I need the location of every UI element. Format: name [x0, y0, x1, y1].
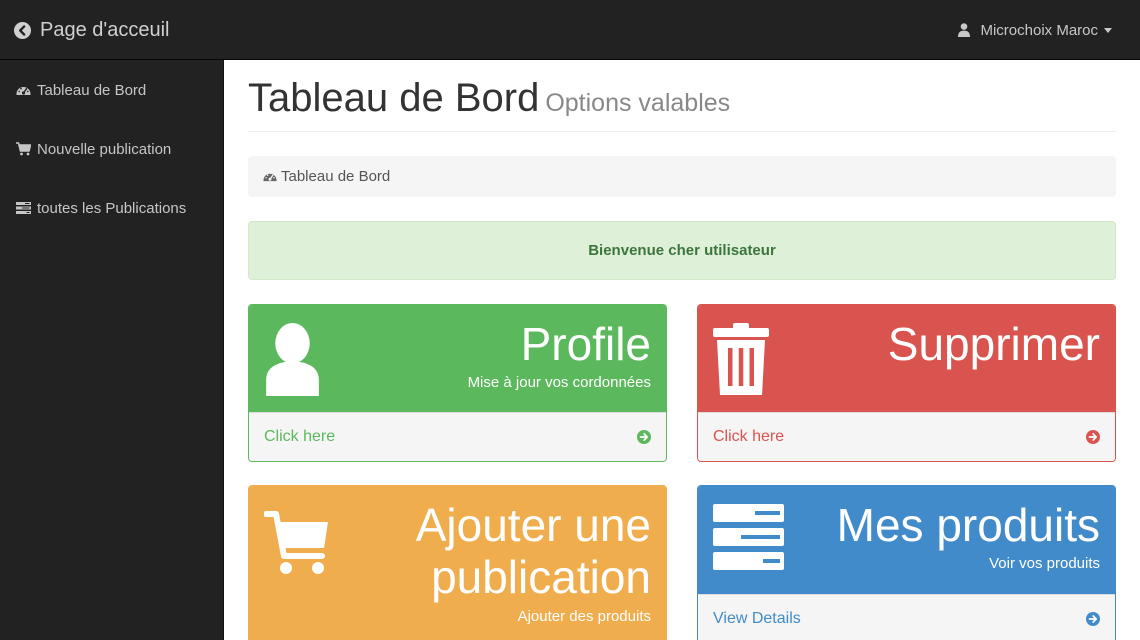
- welcome-alert: Bienvenue cher utilisateur: [248, 221, 1116, 280]
- products-panel-subtitle: Voir vos produits: [989, 555, 1100, 572]
- user-icon: [958, 23, 971, 37]
- sidebar: Tableau de Bord Nouvelle publication tou…: [0, 60, 224, 640]
- user-name: Microchoix Maroc: [980, 21, 1098, 39]
- breadcrumb-label: Tableau de Bord: [281, 168, 391, 185]
- sidebar-item-dashboard[interactable]: Tableau de Bord: [16, 79, 146, 101]
- add-publication-panel-title: Ajouter une publication: [415, 499, 651, 603]
- tasks-icon: [713, 504, 784, 570]
- delete-panel-heading: Supprimer: [698, 305, 1115, 413]
- caret-down-icon: [1104, 27, 1112, 33]
- page-title: Tableau de Bord Options valables: [248, 76, 730, 121]
- arrow-circle-right-icon: [1086, 430, 1100, 444]
- sidebar-item-all-publications[interactable]: toutes les Publications: [16, 197, 186, 219]
- page-subtitle: Options valables: [545, 89, 731, 117]
- page-header: Tableau de Bord Options valables: [248, 72, 1116, 132]
- sidebar-item-new-publication[interactable]: Nouvelle publication: [16, 138, 171, 160]
- profile-panel: Profile Mise à jour vos cordonnées Click…: [248, 304, 667, 462]
- breadcrumb: Tableau de Bord: [248, 156, 1116, 197]
- delete-footer-label: Click here: [713, 428, 785, 445]
- products-panel: Mes produits Voir vos produits View Deta…: [697, 485, 1116, 640]
- profile-footer-label: Click here: [264, 428, 336, 445]
- dashboard-icon: [263, 173, 277, 182]
- chevron-circle-left-icon: [14, 21, 31, 39]
- tasks-icon: [16, 202, 31, 214]
- products-panel-heading: Mes produits Voir vos produits: [698, 486, 1115, 594]
- home-link[interactable]: Page d'acceuil: [14, 0, 169, 60]
- sidebar-item-label: toutes les Publications: [37, 199, 187, 217]
- products-panel-title: Mes produits: [836, 499, 1100, 551]
- arrow-circle-right-icon: [637, 430, 651, 444]
- delete-click-link[interactable]: Click here: [698, 412, 1115, 461]
- dashboard-icon: [16, 87, 31, 95]
- arrow-circle-right-icon: [1086, 612, 1100, 626]
- cart-icon: [16, 142, 31, 156]
- add-publication-panel-heading: Ajouter une publication Ajouter des produ…: [249, 486, 666, 640]
- add-title-line1: Ajouter une: [415, 499, 651, 551]
- sidebar-item-label: Nouvelle publication: [37, 140, 172, 158]
- welcome-message: Bienvenue cher utilisateur: [588, 242, 776, 259]
- page-title-text: Tableau de Bord: [248, 76, 540, 120]
- delete-panel-title: Supprimer: [887, 318, 1100, 370]
- products-footer-label: View Details: [713, 610, 801, 627]
- shopping-cart-icon: [264, 511, 328, 574]
- profile-panel-heading: Profile Mise à jour vos cordonnées: [249, 305, 666, 413]
- add-publication-panel: Ajouter une publication Ajouter des produ…: [248, 485, 667, 640]
- trash-icon: [713, 323, 769, 395]
- user-icon: [266, 323, 319, 396]
- top-navbar: Page d'acceuil Microchoix Maroc: [0, 0, 1140, 60]
- add-publication-panel-subtitle: Ajouter des produits: [517, 608, 651, 625]
- profile-panel-subtitle: Mise à jour vos cordonnées: [467, 374, 651, 391]
- brand-label: Page d'acceuil: [40, 18, 170, 41]
- view-details-link[interactable]: View Details: [698, 594, 1115, 640]
- sidebar-item-label: Tableau de Bord: [37, 81, 147, 99]
- delete-panel: Supprimer Click here: [697, 304, 1116, 462]
- user-dropdown[interactable]: Microchoix Maroc: [958, 0, 1112, 60]
- profile-click-link[interactable]: Click here: [249, 412, 666, 461]
- profile-panel-title: Profile: [520, 318, 651, 370]
- add-title-line2: publication: [431, 550, 651, 603]
